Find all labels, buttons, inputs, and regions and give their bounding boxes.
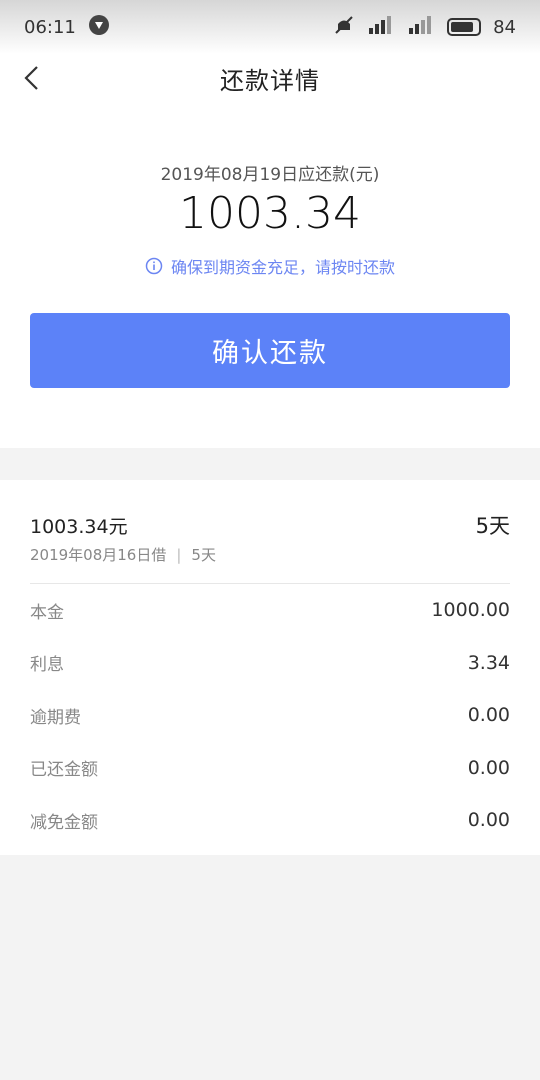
row-label: 已还金额: [30, 760, 98, 781]
loan-amount: 1003.34元: [30, 516, 128, 538]
breakdown-list: 本金 1000.00 利息 3.34 逾期费 0.00 已还金额 0.00 减免…: [30, 584, 510, 847]
loan-days: 5天: [191, 546, 216, 564]
signal-icon: [407, 14, 435, 41]
row-value: 1000.00: [431, 599, 510, 622]
repayment-notice: 确保到期资金充足，请按时还款: [0, 254, 540, 278]
nav-bar: 还款详情: [0, 54, 540, 102]
notice-text: 确保到期资金充足，请按时还款: [170, 258, 395, 277]
loan-details: 1003.34元 5天 2019年08月16日借 | 5天 本金 1000.00 利…: [0, 480, 540, 855]
signal-4g-icon: [367, 14, 395, 41]
borrow-date: 2019年08月16日借: [30, 546, 167, 564]
meta-divider: |: [176, 546, 182, 564]
row-value: 0.00: [467, 809, 510, 832]
due-amount: 1003.34: [179, 188, 361, 239]
loan-header: 1003.34元 5天 2019年08月16日借 | 5天: [30, 480, 510, 584]
app-notification-icon: [88, 14, 110, 41]
repayment-summary: 2019年08月19日应还款(元) 1003.34 确保到期资金充足，请按时还款…: [0, 102, 540, 448]
chevron-left-icon: [24, 66, 38, 90]
page-title: 还款详情: [220, 66, 320, 95]
row-value: 0.00: [467, 756, 510, 779]
breakdown-row-interest: 利息 3.34: [30, 637, 510, 690]
confirm-repayment-button[interactable]: 确认还款: [30, 313, 510, 388]
breakdown-row-principal: 本金 1000.00: [30, 584, 510, 637]
row-label: 减免金额: [30, 812, 98, 833]
battery-percent: 84: [493, 16, 516, 38]
row-label: 本金: [30, 602, 64, 623]
row-value: 3.34: [467, 651, 510, 674]
loan-meta: 2019年08月16日借 | 5天: [30, 544, 216, 565]
row-value: 0.00: [467, 704, 510, 727]
breakdown-row-overdue-fee: 逾期费 0.00: [30, 689, 510, 742]
loan-term: 5天: [475, 514, 510, 538]
mute-icon: [333, 14, 355, 41]
breakdown-row-repaid: 已还金额 0.00: [30, 742, 510, 795]
due-date-label: 2019年08月19日应还款(元): [160, 165, 380, 185]
row-label: 利息: [30, 655, 64, 676]
breakdown-row-waived: 减免金额 0.00: [30, 794, 510, 847]
status-time: 06:11: [24, 16, 76, 38]
row-label: 逾期费: [30, 707, 81, 728]
status-bar: 06:11 84: [0, 0, 540, 54]
status-icons: 84: [333, 14, 516, 41]
battery-icon: [447, 18, 482, 36]
back-button[interactable]: [14, 60, 50, 96]
info-icon: [145, 257, 163, 275]
